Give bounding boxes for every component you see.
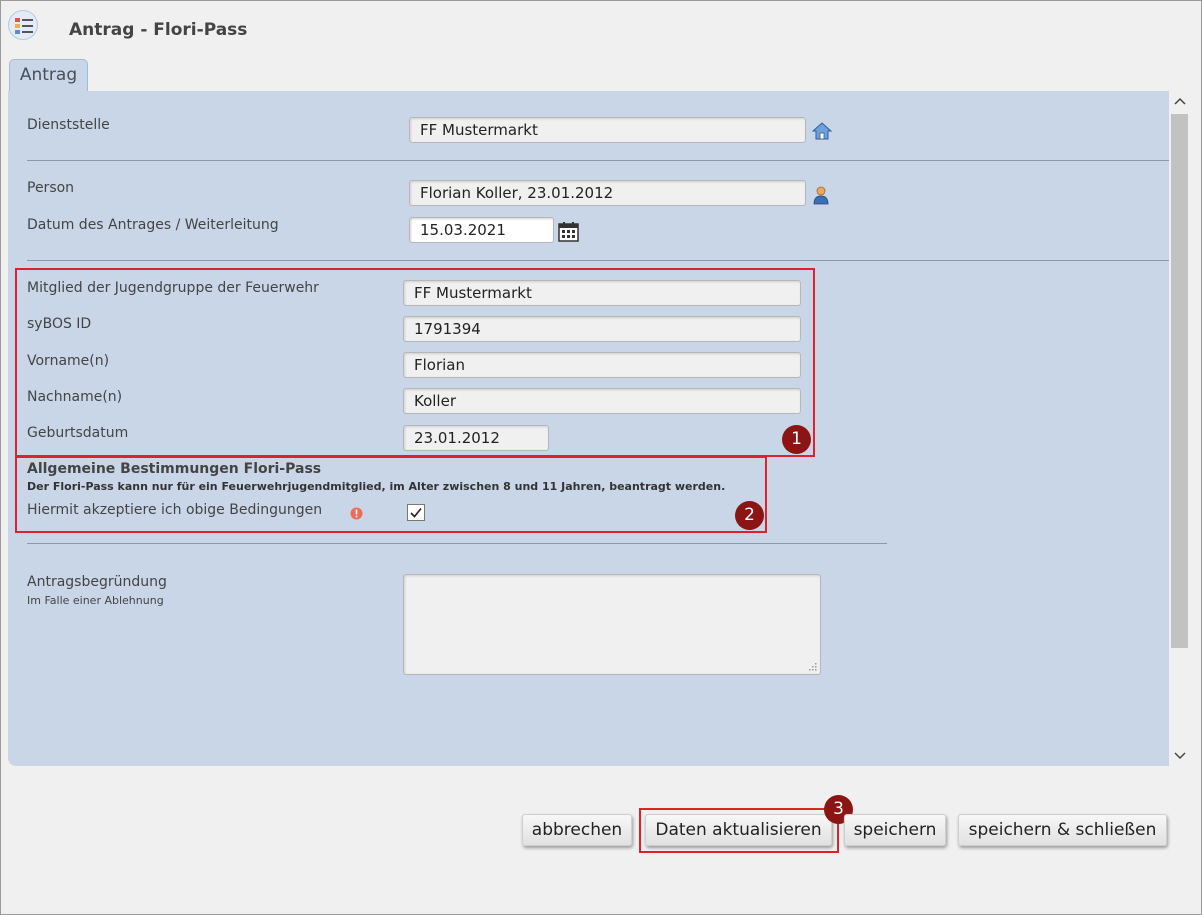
dienststelle-field[interactable]: FF Mustermarkt <box>409 117 806 143</box>
warning-icon <box>350 505 363 524</box>
divider <box>27 260 1169 261</box>
bestimmungen-text: Der Flori-Pass kann nur für ein Feuerweh… <box>27 480 726 493</box>
geburtsdatum-field[interactable]: 23.01.2012 <box>403 425 549 451</box>
datum-label: Datum des Antrages / Weiterleitung <box>27 217 279 233</box>
vorname-field[interactable]: Florian <box>403 352 801 378</box>
refresh-data-button[interactable]: Daten aktualisieren <box>645 814 832 846</box>
tab-antrag[interactable]: Antrag <box>9 59 88 92</box>
sybos-id-field[interactable]: 1791394 <box>403 316 801 342</box>
save-button[interactable]: speichern <box>844 814 946 846</box>
home-icon[interactable] <box>811 122 833 144</box>
scroll-up-arrow-icon[interactable] <box>1171 94 1188 110</box>
window-title: Antrag - Flori-Pass <box>69 20 248 40</box>
begruendung-textarea[interactable] <box>403 574 821 675</box>
begruendung-label: Antragsbegründung <box>27 574 167 590</box>
scroll-down-arrow-icon[interactable] <box>1171 749 1188 765</box>
person-icon[interactable] <box>812 185 832 209</box>
calendar-icon[interactable] <box>558 221 579 246</box>
accept-checkbox[interactable] <box>407 504 425 521</box>
nachname-label: Nachname(n) <box>27 389 123 405</box>
person-field[interactable]: Florian Koller, 23.01.2012 <box>409 180 806 206</box>
scrollbar-thumb[interactable] <box>1171 114 1188 648</box>
vorname-label: Vorname(n) <box>27 353 110 369</box>
form-list-icon <box>8 10 38 40</box>
datum-field[interactable]: 15.03.2021 <box>409 217 554 243</box>
mitglied-field[interactable]: FF Mustermarkt <box>403 280 801 306</box>
sybos-id-label: syBOS ID <box>27 316 92 332</box>
geburtsdatum-label: Geburtsdatum <box>27 425 129 441</box>
step-marker-2: 2 <box>735 501 764 530</box>
begruendung-sublabel: Im Falle einer Ablehnung <box>27 594 164 607</box>
cancel-button[interactable]: abbrechen <box>522 814 632 846</box>
checkmark-icon <box>410 507 422 518</box>
resize-handle-icon[interactable] <box>808 662 817 671</box>
dienststelle-label: Dienststelle <box>27 117 110 133</box>
dialog-window: Antrag - Flori-Pass Antrag Dienststelle … <box>0 0 1202 915</box>
nachname-field[interactable]: Koller <box>403 388 801 414</box>
save-close-button[interactable]: speichern & schließen <box>958 814 1167 846</box>
mitglied-label: Mitglied der Jugendgruppe der Feuerwehr <box>27 280 319 296</box>
bestimmungen-heading: Allgemeine Bestimmungen Flori-Pass <box>27 461 322 477</box>
person-label: Person <box>27 180 75 196</box>
divider <box>27 543 887 544</box>
accept-label: Hiermit akzeptiere ich obige Bedingungen <box>27 502 323 518</box>
divider <box>27 160 1169 161</box>
step-marker-1: 1 <box>782 425 811 454</box>
